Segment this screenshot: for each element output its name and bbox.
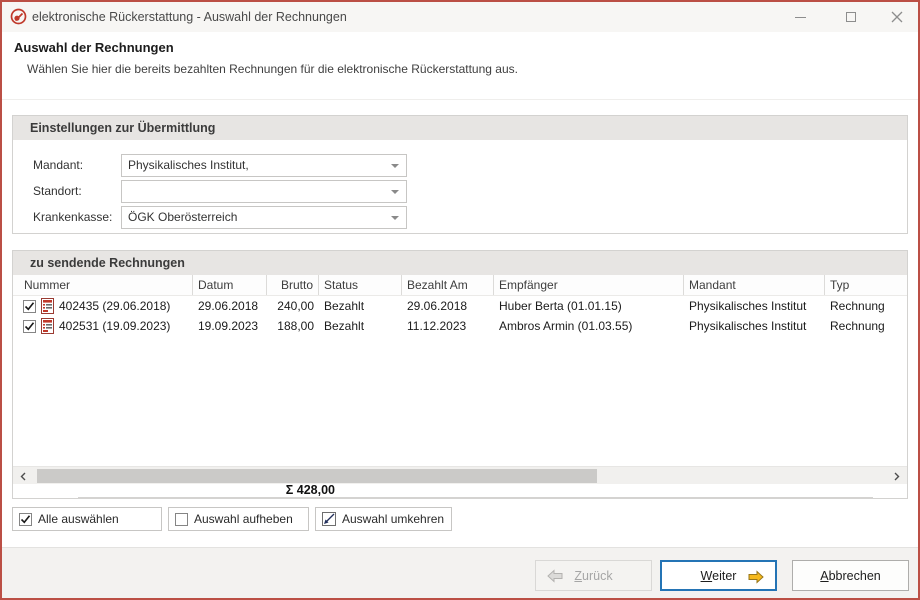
scroll-right-button[interactable] xyxy=(889,467,905,485)
footer-scroll-indicator xyxy=(78,497,873,499)
cell-typ: Rechnung xyxy=(825,296,907,316)
cell-status: Bezahlt xyxy=(319,316,402,336)
arrow-left-icon xyxy=(547,569,563,583)
cell-nummer: 402531 (19.09.2023) xyxy=(59,316,170,336)
invoice-document-icon xyxy=(41,298,54,314)
krankenkasse-label: Krankenkasse: xyxy=(33,206,121,229)
close-icon xyxy=(891,11,903,23)
settings-group: Einstellungen zur Übermittlung Mandant: … xyxy=(12,115,908,234)
chevron-right-icon xyxy=(894,472,900,481)
cell-bezahlt-am: 11.12.2023 xyxy=(402,316,494,336)
cell-nummer: 402435 (29.06.2018) xyxy=(59,296,170,316)
invoices-group: zu sendende Rechnungen Nummer Datum Brut… xyxy=(12,250,908,499)
cell-bezahlt-am: 29.06.2018 xyxy=(402,296,494,316)
column-header-datum[interactable]: Datum xyxy=(193,275,267,295)
invert-selection-checkbox[interactable]: Auswahl umkehren xyxy=(315,507,452,531)
mandant-combobox[interactable]: Physikalisches Institut, xyxy=(121,154,407,177)
cell-status: Bezahlt xyxy=(319,296,402,316)
cell-brutto: 240,00 xyxy=(267,296,319,316)
cell-datum: 29.06.2018 xyxy=(193,296,267,316)
column-header-status[interactable]: Status xyxy=(319,275,402,295)
row-checkbox[interactable] xyxy=(23,300,36,313)
invoices-group-band: zu sendende Rechnungen xyxy=(13,251,907,275)
header-divider xyxy=(2,99,918,100)
cell-mandant: Physikalisches Institut xyxy=(684,296,825,316)
chevron-down-icon xyxy=(391,164,399,168)
scroll-left-button[interactable] xyxy=(15,467,31,485)
dialog-window: elektronische Rückerstattung - Auswahl d… xyxy=(0,0,920,600)
sum-total: Σ 428,00 xyxy=(13,484,335,498)
back-button-label: Zurück xyxy=(574,569,612,583)
checkmark-icon xyxy=(24,321,35,332)
invoice-document-icon xyxy=(41,318,54,334)
cell-brutto: 188,00 xyxy=(267,316,319,336)
minimize-button[interactable] xyxy=(778,2,823,32)
invert-selection-label: Auswahl umkehren xyxy=(342,512,444,526)
cancel-button-label: Abbrechen xyxy=(820,569,880,583)
cell-typ: Rechnung xyxy=(825,316,907,336)
next-button-label: Weiter xyxy=(701,569,737,583)
mandant-value: Physikalisches Institut, xyxy=(128,155,386,176)
select-all-label: Alle auswählen xyxy=(38,512,119,526)
cell-datum: 19.09.2023 xyxy=(193,316,267,336)
checked-checkbox-icon xyxy=(19,513,32,526)
page-subtitle: Wählen Sie hier die bereits bezahlten Re… xyxy=(27,62,518,76)
maximize-button[interactable] xyxy=(828,2,873,32)
krankenkasse-combobox[interactable]: ÖGK Oberösterreich xyxy=(121,206,407,229)
column-header-mandant[interactable]: Mandant xyxy=(684,275,825,295)
empty-checkbox-icon xyxy=(175,513,188,526)
back-button[interactable]: Zurück xyxy=(535,560,652,591)
table-row[interactable]: 402531 (19.09.2023) 19.09.2023 188,00 Be… xyxy=(13,316,907,336)
mandant-label: Mandant: xyxy=(33,154,121,177)
window-title: elektronische Rückerstattung - Auswahl d… xyxy=(32,2,347,32)
invoices-group-title: zu sendende Rechnungen xyxy=(30,251,185,275)
table-row[interactable]: 402435 (29.06.2018) 29.06.2018 240,00 Be… xyxy=(13,296,907,316)
column-header-bezahlt-am[interactable]: Bezahlt Am xyxy=(402,275,494,295)
chevron-left-icon xyxy=(20,472,26,481)
page-title: Auswahl der Rechnungen xyxy=(14,40,174,55)
krankenkasse-value: ÖGK Oberösterreich xyxy=(128,207,386,228)
column-header-brutto[interactable]: Brutto xyxy=(267,275,319,295)
cancel-button[interactable]: Abbrechen xyxy=(792,560,909,591)
scrollbar-thumb[interactable] xyxy=(37,469,597,483)
close-button[interactable] xyxy=(874,2,919,32)
standort-combobox[interactable] xyxy=(121,180,407,203)
cell-empfaenger: Ambros Armin (01.03.55) xyxy=(494,316,684,336)
chevron-down-icon xyxy=(391,190,399,194)
title-bar: elektronische Rückerstattung - Auswahl d… xyxy=(2,2,918,32)
cell-empfaenger: Huber Berta (01.01.15) xyxy=(494,296,684,316)
deselect-all-label: Auswahl aufheben xyxy=(194,512,293,526)
footer-bar: Zurück Weiter Abbrechen xyxy=(2,547,918,598)
next-button[interactable]: Weiter xyxy=(660,560,777,591)
deselect-all-checkbox[interactable]: Auswahl aufheben xyxy=(168,507,309,531)
standort-label: Standort: xyxy=(33,180,121,203)
settings-group-title: Einstellungen zur Übermittlung xyxy=(30,116,215,140)
horizontal-scrollbar[interactable] xyxy=(13,466,907,484)
arrow-right-icon xyxy=(748,570,764,584)
settings-group-band: Einstellungen zur Übermittlung xyxy=(13,116,907,140)
cell-mandant: Physikalisches Institut xyxy=(684,316,825,336)
row-checkbox[interactable] xyxy=(23,320,36,333)
column-header-nummer[interactable]: Nummer xyxy=(13,275,193,295)
invert-selection-icon xyxy=(322,512,336,526)
column-header-empfaenger[interactable]: Empfänger xyxy=(494,275,684,295)
table-header: Nummer Datum Brutto Status Bezahlt Am Em… xyxy=(13,275,907,296)
select-all-checkbox[interactable]: Alle auswählen xyxy=(12,507,162,531)
maximize-icon xyxy=(846,12,856,22)
chevron-down-icon xyxy=(391,216,399,220)
minimize-icon xyxy=(795,17,806,18)
column-header-typ[interactable]: Typ xyxy=(825,275,907,295)
app-icon xyxy=(10,8,27,25)
checkmark-icon xyxy=(24,301,35,312)
